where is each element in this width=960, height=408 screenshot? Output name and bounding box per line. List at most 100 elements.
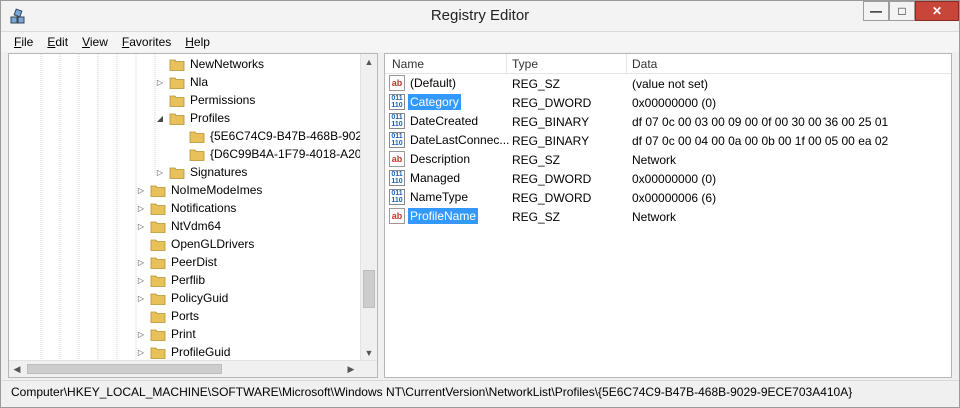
tree-item[interactable]: ▷ PeerDist [136,253,217,271]
menu-file[interactable]: File [7,32,40,52]
expand-arrow-icon[interactable]: ▷ [136,257,146,267]
tree-item[interactable]: ▷ Nla [155,73,208,91]
value-data: Network [632,153,677,167]
folder-icon [169,113,185,125]
value-row[interactable]: 011 110 NameType REG_DWORD 0x00000006 (6) [385,188,951,207]
expand-arrow-icon[interactable]: ▷ [136,347,146,357]
value-type: REG_SZ [512,77,561,91]
caption-buttons: — □ ✕ [863,1,959,23]
maximize-button[interactable]: □ [889,1,915,21]
value-row[interactable]: 011 110 Managed REG_DWORD 0x00000000 (0) [385,169,951,188]
expand-arrow-icon[interactable]: ▷ [136,275,146,285]
binary-value-icon: 011 110 [389,189,405,205]
tree-item[interactable]: ▷ Print [136,325,196,343]
expand-arrow-icon[interactable]: ▷ [136,329,146,339]
expand-arrow-icon[interactable]: ▷ [155,167,165,177]
vertical-scroll-thumb[interactable] [363,270,375,308]
tree-item[interactable]: {5E6C74C9-B47B-468B-9029-9 [175,127,378,145]
value-name-cell: 011 110 DateLastConnec... [389,132,511,148]
current-key-path: Computer\HKEY_LOCAL_MACHINE\SOFTWARE\Mic… [11,385,853,399]
value-type: REG_SZ [512,210,561,224]
scroll-up-arrow-icon[interactable]: ▲ [361,54,377,70]
scroll-right-arrow-icon[interactable]: ▶ [343,361,359,377]
tree-item[interactable]: ▷ NoImeModeImes [136,181,262,199]
value-name: NameType [410,190,469,204]
value-row[interactable]: 011 110 Category REG_DWORD 0x00000000 (0) [385,93,951,112]
minimize-button[interactable]: — [863,1,889,21]
scroll-down-arrow-icon[interactable]: ▼ [361,345,377,361]
value-name-cell: 011 110 Managed [389,170,462,186]
binary-value-icon: 011 110 [389,113,405,129]
menu-help[interactable]: Help [178,32,217,52]
string-value-icon: ab [389,75,405,91]
binary-value-icon: 011 110 [389,94,405,110]
tree-item[interactable]: OpenGLDrivers [136,235,254,253]
column-divider[interactable] [626,54,627,73]
tree-item[interactable]: Permissions [155,91,255,109]
value-name-cell: 011 110 NameType [389,189,470,205]
tree-item-label: OpenGLDrivers [171,237,255,251]
tree-item-label: NoImeModeImes [171,183,263,197]
column-data-header[interactable]: Data [632,57,657,71]
menu-view[interactable]: View [75,32,115,52]
folder-icon [150,239,166,251]
tree-horizontal-scrollbar[interactable]: ◀ ▶ [9,360,377,377]
tree-item[interactable]: ▷ PolicyGuid [136,289,228,307]
menu-favorites[interactable]: Favorites [115,32,178,52]
key-tree-pane[interactable]: NewNetworks ▷ Nla Permissions ◢ Profiles {5E6C… [8,53,378,378]
expand-arrow-icon[interactable]: ▷ [136,203,146,213]
value-row[interactable]: ab Description REG_SZ Network [385,150,951,169]
collapse-arrow-icon[interactable]: ◢ [155,113,165,123]
tree-vertical-scrollbar[interactable]: ▲ ▼ [360,54,377,361]
tree-item[interactable]: ▷ NtVdm64 [136,217,221,235]
values-list-pane[interactable]: Name Type Data ab (Default) REG_SZ (value n… [384,53,952,378]
value-row[interactable]: 011 110 DateLastConnec... REG_BINARY df 07 0… [385,131,951,150]
column-divider[interactable] [506,54,507,73]
tree-item[interactable]: ▷ Signatures [155,163,247,181]
value-name-cell: ab (Default) [389,75,458,91]
value-data: (value not set) [632,77,709,91]
tree-item[interactable]: ▷ ProfileGuid [136,343,230,361]
folder-icon [169,77,185,89]
close-button[interactable]: ✕ [915,1,959,21]
tree-item-label: Print [171,327,196,341]
value-name-cell: 011 110 Category [389,94,461,110]
folder-icon [150,347,166,359]
value-data: 0x00000006 (6) [632,191,717,205]
tree-item[interactable]: ▷ Perflib [136,271,205,289]
value-row[interactable]: ab (Default) REG_SZ (value not set) [385,74,951,93]
column-name-header[interactable]: Name [392,57,424,71]
expand-arrow-icon[interactable]: ▷ [136,221,146,231]
binary-value-icon: 011 110 [389,170,405,186]
value-name: DateLastConnec... [410,133,510,147]
title-bar[interactable]: Registry Editor — □ ✕ [1,1,959,32]
horizontal-scroll-thumb[interactable] [27,364,222,374]
tree-item[interactable]: ▷ Notifications [136,199,236,217]
expand-arrow-icon[interactable]: ▷ [136,185,146,195]
tree-item[interactable]: {D6C99B4A-1F79-4018-A20D- [175,145,374,163]
tree-item[interactable]: ◢ Profiles [155,109,230,127]
tree-item-label: ProfileGuid [171,345,231,359]
tree-item[interactable]: Ports [136,307,199,325]
column-type-header[interactable]: Type [512,57,538,71]
binary-value-icon: 011 110 [389,132,405,148]
tree-item[interactable]: NewNetworks [155,55,264,73]
menu-edit[interactable]: Edit [40,32,75,52]
value-data: df 07 0c 00 04 00 0a 00 0b 00 1f 00 05 0… [632,134,889,148]
value-row[interactable]: 011 110 DateCreated REG_BINARY df 07 0c 00 0… [385,112,951,131]
folder-icon [169,59,185,71]
tree-item-label: PolicyGuid [171,291,229,305]
folder-icon [189,131,205,143]
scroll-left-arrow-icon[interactable]: ◀ [9,361,25,377]
tree-item-label: Permissions [190,93,256,107]
tree-item-label: {5E6C74C9-B47B-468B-9029-9 [210,129,378,143]
value-name-cell: 011 110 DateCreated [389,113,480,129]
expand-arrow-icon[interactable]: ▷ [136,293,146,303]
value-row[interactable]: ab ProfileName REG_SZ Network [385,207,951,226]
value-name: DateCreated [410,114,479,128]
expand-arrow-icon[interactable]: ▷ [155,77,165,87]
